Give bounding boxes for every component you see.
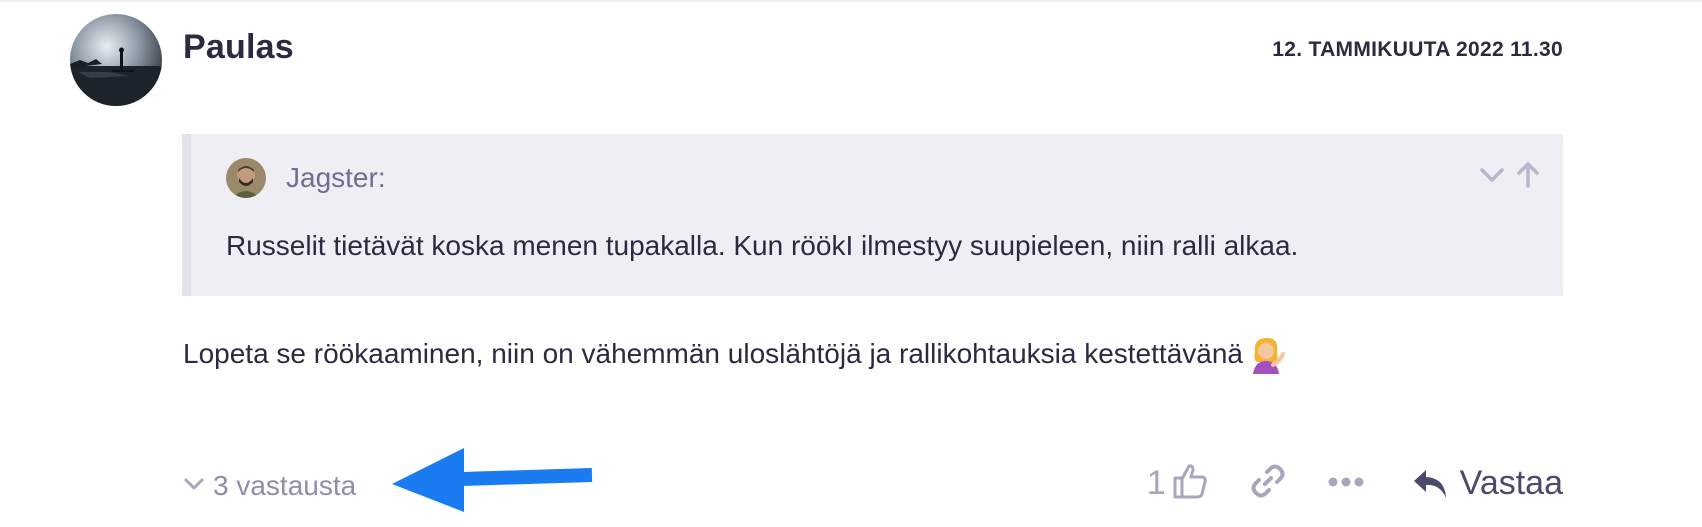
like-count: 1 xyxy=(1146,464,1166,502)
more-options-icon[interactable] xyxy=(1328,475,1364,493)
chevron-down-icon[interactable] xyxy=(1477,160,1507,195)
chevron-down-icon xyxy=(183,470,205,502)
quote-controls xyxy=(1477,160,1543,195)
link-icon[interactable] xyxy=(1250,463,1286,504)
top-divider xyxy=(0,0,1702,2)
person-tipping-hand-icon xyxy=(1245,334,1285,374)
replies-count-label: 3 vastausta xyxy=(213,470,357,501)
reply-button[interactable]: Vastaa xyxy=(1412,464,1563,503)
post-actions: 1 Vastaa xyxy=(1147,462,1563,505)
quote-block: Jagster: Russelit tietävät koska menen t… xyxy=(182,134,1563,296)
arrow-up-icon[interactable] xyxy=(1513,160,1543,195)
annotation-arrow xyxy=(392,446,598,521)
quote-text: Russelit tietävät koska menen tupakalla.… xyxy=(226,230,1299,261)
reply-arrow-icon xyxy=(1413,469,1446,498)
reply-label: Vastaa xyxy=(1459,464,1563,502)
avatar-photo xyxy=(70,14,162,106)
author-name[interactable]: Paulas xyxy=(183,28,294,67)
post-timestamp[interactable]: 12. TAMMIKUUTA 2022 11.30 xyxy=(1272,38,1563,62)
replies-toggle[interactable]: 3 vastausta xyxy=(183,470,356,502)
post-body-text: Lopeta se röökaaminen, niin on vähemmän … xyxy=(183,338,1243,369)
quote-avatar-photo xyxy=(226,158,266,198)
quote-author-avatar xyxy=(226,158,266,198)
post-body: Lopeta se röökaaminen, niin on vähemmän … xyxy=(183,334,1285,374)
thumbs-up-icon[interactable] xyxy=(1172,462,1208,505)
author-avatar[interactable] xyxy=(70,14,162,106)
quote-author-name: Jagster: xyxy=(286,162,386,193)
